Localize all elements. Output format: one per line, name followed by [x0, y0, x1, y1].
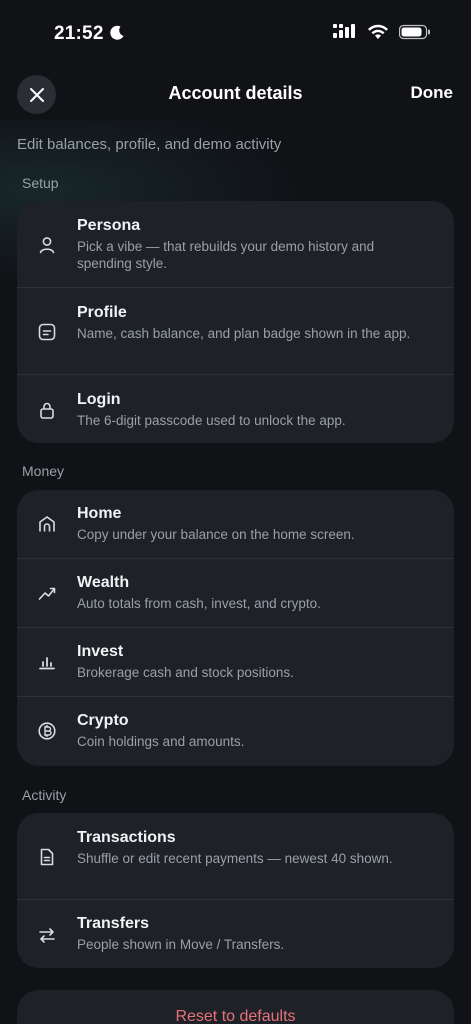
row-description: Shuffle or edit recent payments — newest…	[77, 851, 393, 866]
row-description: Copy under your balance on the home scre…	[77, 527, 355, 542]
row-persona[interactable]: Persona Pick a vibe — that rebuilds your…	[17, 201, 454, 288]
row-title: Login	[77, 391, 121, 408]
row-description: Name, cash balance, and plan badge shown…	[77, 326, 411, 341]
row-login[interactable]: Login The 6-digit passcode used to unloc…	[17, 375, 454, 443]
row-description: Brokerage cash and stock positions.	[77, 665, 294, 680]
bar-chart-icon	[37, 652, 57, 672]
document-icon	[37, 847, 57, 867]
status-time: 21:52	[54, 23, 104, 44]
money-card: Home Copy under your balance on the home…	[17, 490, 454, 766]
home-icon	[37, 514, 57, 534]
row-transactions[interactable]: Transactions Shuffle or edit recent paym…	[17, 813, 454, 900]
wifi-icon	[368, 24, 388, 39]
trend-icon	[37, 583, 57, 603]
row-description: Pick a vibe — that rebuilds your demo hi…	[77, 239, 375, 271]
reset-label: Reset to defaults	[175, 1008, 296, 1024]
row-description: Auto totals from cash, invest, and crypt…	[77, 596, 321, 611]
row-title: Transactions	[77, 829, 176, 846]
done-button[interactable]: Done	[411, 83, 454, 103]
reset-to-defaults-button[interactable]: Reset to defaults	[17, 990, 454, 1024]
lock-icon	[37, 400, 57, 420]
row-title: Crypto	[77, 712, 129, 729]
row-title: Profile	[77, 304, 127, 321]
signal-icon	[333, 24, 355, 38]
battery-icon	[399, 24, 430, 40]
row-home[interactable]: Home Copy under your balance on the home…	[17, 490, 454, 559]
transfer-arrows-icon	[37, 925, 57, 945]
section-label-setup: Setup	[22, 175, 59, 191]
row-crypto[interactable]: Crypto Coin holdings and amounts.	[17, 697, 454, 766]
row-title: Wealth	[77, 574, 130, 591]
setup-card: Persona Pick a vibe — that rebuilds your…	[17, 201, 454, 443]
row-wealth[interactable]: Wealth Auto totals from cash, invest, an…	[17, 559, 454, 628]
row-description: People shown in Move / Transfers.	[77, 937, 285, 952]
moon-icon	[110, 25, 124, 40]
navigation-bar: Account details Done	[0, 72, 471, 118]
section-label-money: Money	[22, 463, 65, 479]
id-card-icon	[37, 322, 57, 342]
page-title: Account details	[168, 83, 303, 103]
row-title: Transfers	[77, 915, 150, 932]
row-transfers[interactable]: Transfers People shown in Move / Transfe…	[17, 900, 454, 968]
row-description: Coin holdings and amounts.	[77, 734, 245, 749]
coin-icon	[37, 721, 57, 741]
row-title: Persona	[77, 217, 141, 234]
row-invest[interactable]: Invest Brokerage cash and stock position…	[17, 628, 454, 697]
person-icon	[37, 235, 57, 255]
section-label-activity: Activity	[22, 787, 67, 803]
row-title: Home	[77, 505, 122, 522]
activity-card: Transactions Shuffle or edit recent paym…	[17, 813, 454, 968]
page-subtitle: Edit balances, profile, and demo activit…	[17, 136, 282, 153]
row-description: The 6-digit passcode used to unlock the …	[77, 413, 346, 428]
row-profile[interactable]: Profile Name, cash balance, and plan bad…	[17, 288, 454, 375]
row-title: Invest	[77, 643, 124, 660]
status-bar: 21:52	[0, 0, 471, 66]
